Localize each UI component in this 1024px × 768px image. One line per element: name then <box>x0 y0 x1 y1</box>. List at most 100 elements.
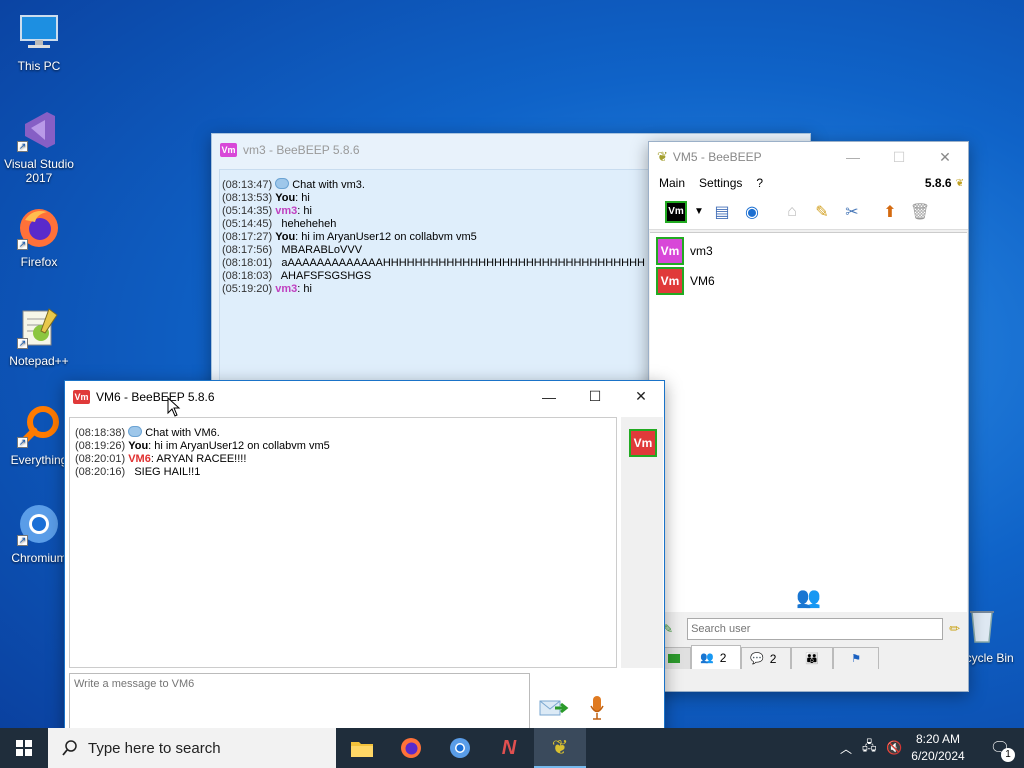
status-badge[interactable]: Vm <box>663 199 689 225</box>
taskbar: Type here to search N ❦ ︿ 🖧 🔇 8:20 AM 6/… <box>0 728 1024 768</box>
message-timestamp: (08:20:16) <box>75 466 129 478</box>
desktop-icon-notepadpp[interactable]: ↗ Notepad++ <box>1 303 77 368</box>
send-button[interactable] <box>537 695 571 721</box>
message-text: AHAFSFSGSHGS <box>280 270 372 282</box>
everything-icon: ↗ <box>15 402 63 450</box>
message-text: heheheheh <box>281 218 337 230</box>
message-text: Chat with VM6. <box>145 427 220 439</box>
user-name: vm3 <box>690 244 713 258</box>
desktop-icon-label: Chromium <box>11 551 67 565</box>
vm6-chat-window[interactable]: Vm VM6 - BeeBEEP 5.8.6 — ☐ ✕ (08:18:38) … <box>64 380 665 740</box>
voice-record-button[interactable] <box>585 694 609 722</box>
home-icon[interactable]: ⌂ <box>779 199 805 225</box>
bee-icon: ❦ <box>657 149 668 164</box>
chromium-icon <box>450 738 470 758</box>
user-list-item[interactable]: Vm VM6 <box>656 267 715 295</box>
computer-icon <box>15 8 63 56</box>
chat-message: (08:20:16) SIEG HAIL!!1 <box>75 466 611 479</box>
message-text: hi <box>303 283 312 295</box>
firefox-icon <box>401 738 421 758</box>
message-timestamp: (05:19:20) <box>222 283 276 295</box>
trash-icon[interactable]: 🗑 <box>907 199 933 225</box>
clear-search-icon[interactable]: ✏ <box>949 621 960 637</box>
tab-chats[interactable]: 💬 2 <box>741 647 791 669</box>
shortcut-arrow-icon: ↗ <box>17 239 28 250</box>
minimize-button[interactable]: — <box>830 142 876 173</box>
bee-icon: ❦ <box>551 736 569 759</box>
taskbar-file-explorer[interactable] <box>338 728 386 768</box>
desktop-icon-firefox[interactable]: ↗ Firefox <box>1 204 77 269</box>
close-button[interactable]: ✕ <box>618 381 664 412</box>
message-text: ARYAN RACEE!!!! <box>156 453 247 465</box>
message-timestamp: (08:18:01) <box>222 257 276 269</box>
tools-icon[interactable]: ✂ <box>839 199 865 225</box>
taskbar-firefox[interactable] <box>387 728 435 768</box>
taskbar-beebeep[interactable]: ❦ <box>534 728 586 768</box>
groups-icon: 👪 <box>805 653 819 665</box>
beebeep-main-window[interactable]: ❦ VM5 - BeeBEEP — ☐ ✕ Main Settings ? 5.… <box>648 141 969 692</box>
search-bar: ✎ ✏ <box>649 616 968 642</box>
chat-message: (08:19:26) You: hi im AryanUser12 on col… <box>75 440 611 453</box>
user-avatar: Vm <box>656 237 684 265</box>
notification-count: 1 <box>1001 748 1015 762</box>
chats-icon: 💬 <box>750 653 764 665</box>
chat-bubble-icon <box>275 178 290 189</box>
tab-users[interactable]: 👥 2 <box>691 645 741 669</box>
tab-groups[interactable]: 👪 <box>791 647 833 669</box>
tray-chevron-icon[interactable]: ︿ <box>840 728 852 768</box>
taskbar-app-n[interactable]: N <box>485 728 533 768</box>
desktop-icon-visual-studio[interactable]: ↗ Visual Studio 2017 <box>1 106 77 185</box>
taskbar-chromium[interactable] <box>436 728 484 768</box>
mouse-cursor-icon <box>167 396 181 420</box>
file-transfer-icon[interactable]: ⬆ <box>877 199 903 225</box>
people-icon: 👥 <box>796 587 821 609</box>
message-sender: vm3 <box>275 205 298 217</box>
message-sender: You <box>128 440 149 452</box>
profile-card-icon[interactable]: ▤ <box>709 199 735 225</box>
search-user-input[interactable] <box>687 618 944 640</box>
message-text: aAAAAAAAAAAAAAHHHHHHHHHHHHHHHHHHHHHHHHHH… <box>281 257 645 269</box>
menu-help[interactable]: ? <box>756 176 763 190</box>
main-title-bar[interactable]: ❦ VM5 - BeeBEEP — ☐ ✕ <box>649 142 968 172</box>
volume-muted-icon[interactable]: 🔇 <box>886 728 902 768</box>
share-icon: ⚑ <box>851 653 861 665</box>
message-timestamp: (08:18:38) <box>75 427 129 439</box>
shortcut-arrow-icon: ↗ <box>17 338 28 349</box>
network-icon[interactable]: ◉ <box>739 199 765 225</box>
user-list-item[interactable]: Vm vm3 <box>656 237 713 265</box>
vm6-side-panel: Vm <box>621 417 663 668</box>
message-text: hi <box>301 192 310 204</box>
tab-chat-green[interactable] <box>663 647 691 669</box>
shortcut-arrow-icon: ↗ <box>17 141 28 152</box>
menu-settings[interactable]: Settings <box>699 176 742 190</box>
action-center-button[interactable]: 🗨 1 <box>980 728 1020 768</box>
start-button[interactable] <box>0 728 48 768</box>
n-app-icon: N <box>501 736 517 759</box>
message-sender: You <box>275 192 296 204</box>
message-text: MBARABLoVVV <box>281 244 363 256</box>
taskbar-search-box[interactable]: Type here to search <box>48 728 336 768</box>
close-button[interactable]: ✕ <box>922 142 968 173</box>
notepadpp-icon: ↗ <box>15 303 63 351</box>
network-tray-icon[interactable]: 🖧 <box>862 728 877 768</box>
desktop-icon-this-pc[interactable]: This PC <box>1 8 77 73</box>
menu-main[interactable]: Main <box>659 176 685 190</box>
tab-count: 2 <box>769 651 777 666</box>
maximize-button[interactable]: ☐ <box>876 142 922 173</box>
clock-date: 6/20/2024 <box>911 749 965 763</box>
message-sender: You <box>275 231 296 243</box>
status-dropdown-icon[interactable]: ▼ <box>693 199 705 225</box>
maximize-button[interactable]: ☐ <box>572 381 618 412</box>
clock[interactable]: 8:20 AM 6/20/2024 <box>906 731 970 765</box>
message-timestamp: (05:14:45) <box>222 218 276 230</box>
window-title: vm3 - BeeBEEP 5.8.6 <box>243 142 360 157</box>
tab-share[interactable]: ⚑ <box>833 647 879 669</box>
desktop-icon-label: This PC <box>17 59 61 73</box>
vm6-title-bar[interactable]: Vm VM6 - BeeBEEP 5.8.6 — ☐ ✕ <box>65 381 664 412</box>
message-text: Chat with vm3. <box>292 179 365 191</box>
minimize-button[interactable]: — <box>526 381 572 412</box>
toolbar: Vm ▼ ▤ ◉ ⌂ ✎ ✂ ⬆ 🗑 <box>649 194 968 230</box>
edit-icon[interactable]: ✎ <box>809 199 835 225</box>
users-icon: 👥 <box>700 652 714 664</box>
chat-message: (08:18:38) Chat with VM6. <box>75 426 611 440</box>
